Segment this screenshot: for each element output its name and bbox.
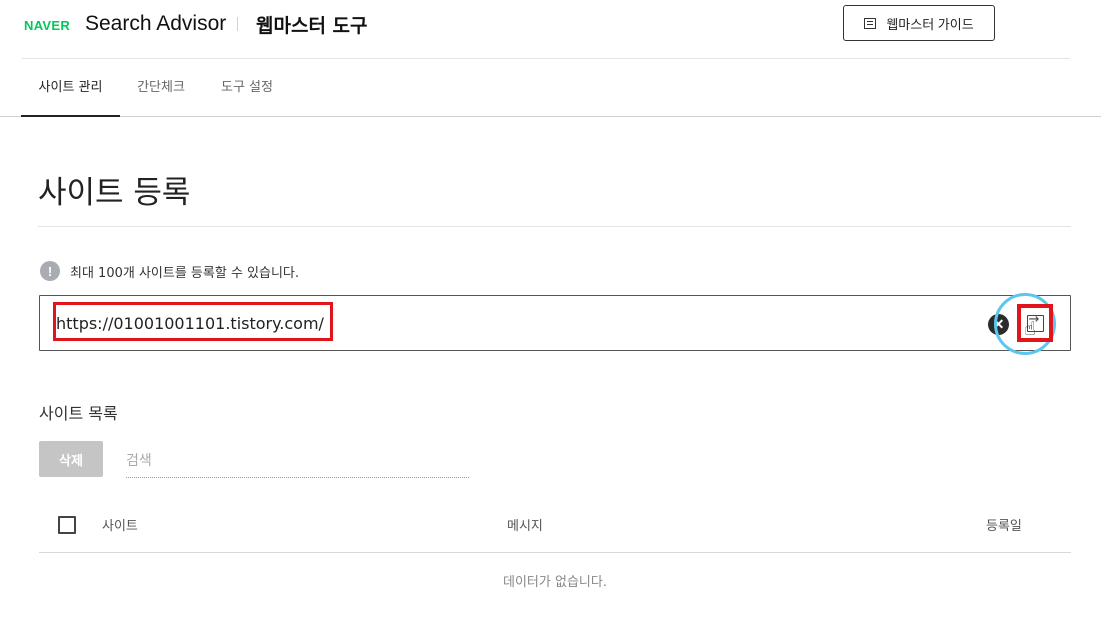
site-list-title: 사이트 목록 (39, 404, 118, 423)
site-limit-notice: ! 최대 100개 사이트를 등록할 수 있습니다. (40, 261, 299, 281)
clear-input-button[interactable]: ✕ (988, 314, 1009, 335)
section-title[interactable]: 웹마스터 도구 (256, 11, 368, 38)
header-divider (237, 17, 238, 31)
table-header: 사이트 메시지 등록일 (39, 495, 1071, 553)
header-bar: NAVER Search Advisor 웹마스터 도구 웹마스터 가이드 (22, 0, 1070, 59)
column-message: 메시지 (507, 519, 543, 534)
tab-simple-check[interactable]: 간단체크 (126, 60, 196, 117)
site-url-box (39, 295, 1071, 351)
tab-tool-settings[interactable]: 도구 설정 (208, 60, 286, 117)
webmaster-guide-label: 웹마스터 가이드 (886, 16, 974, 32)
tab-bar: 사이트 관리 간단체크 도구 설정 (0, 60, 1101, 117)
info-icon: ! (40, 261, 60, 281)
webmaster-guide-button[interactable]: 웹마스터 가이드 (843, 5, 995, 41)
site-url-input[interactable] (56, 310, 656, 336)
column-registered-date: 등록일 (986, 519, 1022, 534)
column-site: 사이트 (102, 519, 138, 534)
delete-button[interactable]: 삭제 (39, 441, 103, 477)
naver-logo[interactable]: NAVER (24, 18, 70, 33)
search-advisor-logo[interactable]: Search Advisor (85, 12, 226, 36)
enter-arrow-icon (1026, 312, 1044, 332)
page-title: 사이트 등록 (38, 175, 191, 211)
tab-site-management[interactable]: 사이트 관리 (21, 60, 120, 117)
notice-text: 최대 100개 사이트를 등록할 수 있습니다. (70, 265, 300, 281)
search-input[interactable] (126, 445, 469, 478)
select-all-checkbox[interactable] (58, 516, 76, 534)
register-site-button[interactable] (1017, 304, 1053, 342)
title-divider (38, 226, 1071, 227)
book-list-icon (864, 17, 877, 29)
empty-state-text: 데이터가 없습니다. (503, 575, 607, 590)
top-header: NAVER Search Advisor 웹마스터 도구 웹마스터 가이드 (0, 0, 1101, 60)
